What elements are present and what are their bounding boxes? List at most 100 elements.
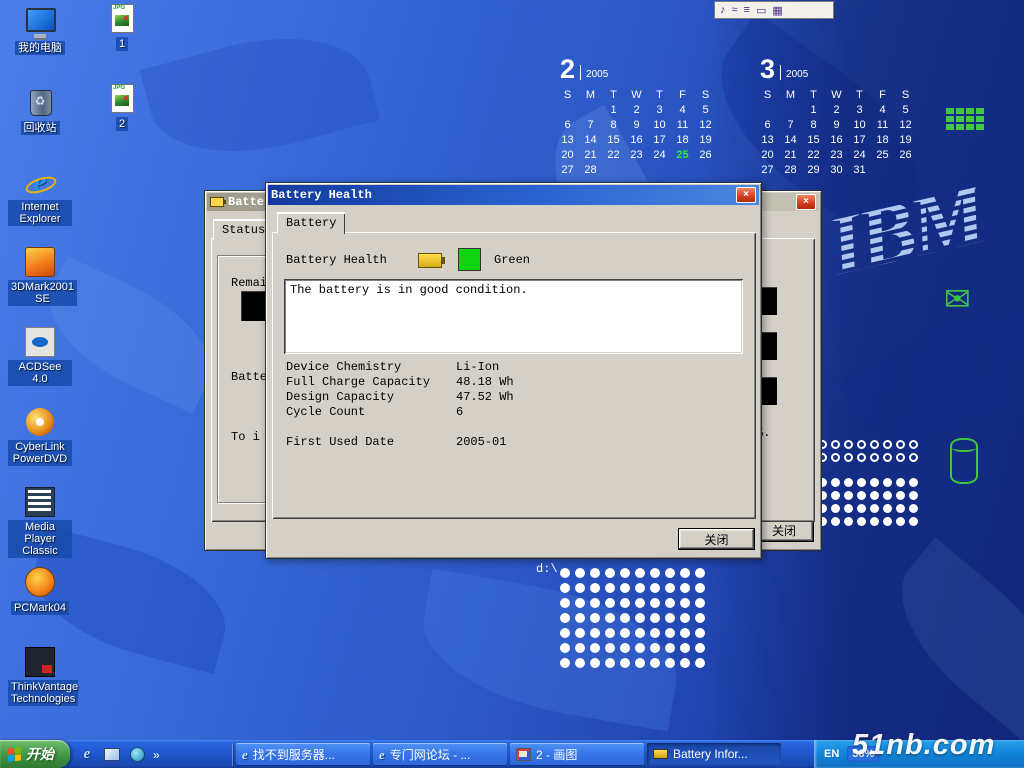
calendar-day: 19 xyxy=(694,134,717,146)
wallpaper-dot xyxy=(909,517,918,526)
task-buttons: 找不到服务器... 专门网论坛 - ... 2 - 画图 Battery Inf… xyxy=(233,743,814,765)
wallpaper-dot xyxy=(680,598,690,608)
desktop-icon-mark3d[interactable]: 3DMark2001 SE xyxy=(8,246,72,307)
display-icon[interactable]: ▭ xyxy=(756,4,766,17)
battery-tray-badge[interactable]: 58% xyxy=(847,746,879,762)
wallpaper-dot xyxy=(857,440,866,449)
jpg-file-icon[interactable]: 1 xyxy=(98,4,146,52)
wallpaper-dot xyxy=(857,453,866,462)
system-tray: EN 58% xyxy=(814,740,1024,768)
calendar-day: 19 xyxy=(894,134,917,146)
desktop-icon-label: CyberLink PowerDVD xyxy=(8,440,72,466)
desktop-icon-computer[interactable]: 我的电脑 xyxy=(8,6,72,56)
calendar-day: 24 xyxy=(848,149,871,161)
wallpaper-dot xyxy=(844,453,853,462)
calendar-day: 17 xyxy=(848,134,871,146)
titlebar[interactable]: Battery Health × xyxy=(268,185,759,205)
show-desktop-icon[interactable] xyxy=(103,746,121,764)
close-icon[interactable]: × xyxy=(796,194,816,210)
wallpaper-dot xyxy=(560,643,570,653)
calendar-header: 3 2005 xyxy=(760,56,924,82)
language-indicator[interactable]: EN xyxy=(824,748,839,760)
taskbar-task-ie[interactable]: 专门网论坛 - ... xyxy=(373,743,507,765)
desktop-icon-recycle[interactable]: 回收站 xyxy=(8,86,72,136)
desktop-icon-mpc[interactable]: Media Player Classic xyxy=(8,486,72,559)
desktop-icon-ie[interactable]: Internet Explorer xyxy=(8,166,72,227)
cylinder-icon xyxy=(950,438,978,484)
calendar-day: 1 xyxy=(802,104,825,116)
calendar-day: 7 xyxy=(779,119,802,131)
wallpaper-dot xyxy=(896,478,905,487)
calendar-day: 3 xyxy=(848,104,871,116)
wave-icon[interactable]: ≈ xyxy=(732,4,738,16)
wallpaper-dot xyxy=(605,613,615,623)
taskbar-task-ie[interactable]: 找不到服务器... xyxy=(236,743,370,765)
wallpaper-dot xyxy=(680,658,690,668)
floating-toolbar[interactable]: ♪ ≈ ≡ ▭ ▦ xyxy=(714,1,834,19)
field-value: 48.18 Wh xyxy=(456,375,514,390)
wallpaper-dot xyxy=(857,478,866,487)
calendar-day: 4 xyxy=(871,104,894,116)
desktop-icon-thinkvantage[interactable]: ThinkVantage Technologies xyxy=(8,646,72,707)
desktop-icon-pcmark[interactable]: PCMark04 xyxy=(8,566,72,616)
calendar-day: 10 xyxy=(848,119,871,131)
calendar-day-header: T xyxy=(802,89,825,101)
volume-icon[interactable]: ♪ xyxy=(720,4,726,16)
condition-textbox[interactable]: The battery is in good condition. xyxy=(284,279,743,354)
calendar-day: 8 xyxy=(802,119,825,131)
taskbar-task-paint[interactable]: 2 - 画图 xyxy=(510,743,644,765)
wallpaper-dot xyxy=(665,613,675,623)
wallpaper-dot xyxy=(909,491,918,500)
calendar-day-header: M xyxy=(579,89,602,101)
jpg-icon xyxy=(105,4,139,34)
start-button[interactable]: 开始 xyxy=(0,740,70,768)
acdsee-icon xyxy=(23,326,57,358)
calendar-day: 22 xyxy=(602,149,625,161)
close-window-button[interactable]: 关闭 xyxy=(754,519,814,542)
battery-specs: Device Chemistry Li-IonFull Charge Capac… xyxy=(286,360,736,450)
keypad-cell xyxy=(966,108,974,114)
ie-quicklaunch-icon[interactable] xyxy=(78,746,96,764)
keypad-cell xyxy=(976,108,984,114)
battery-icon xyxy=(418,253,442,268)
calendar-day: 26 xyxy=(894,149,917,161)
wallpaper-dot xyxy=(695,583,705,593)
field-value: 47.52 Wh xyxy=(456,390,514,405)
wallpaper-dot xyxy=(896,440,905,449)
keypad-cell xyxy=(966,124,974,130)
keyboard-icon[interactable]: ▦ xyxy=(772,4,782,17)
calendar-day: 24 xyxy=(648,149,671,161)
calendar-day-header: S xyxy=(894,89,917,101)
field-value: Li-Ion xyxy=(456,360,499,375)
close-icon[interactable]: × xyxy=(736,187,756,203)
wallpaper-dot xyxy=(590,598,600,608)
calendar-day: 25 xyxy=(871,149,894,161)
calendar-day-header: T xyxy=(648,89,671,101)
task-label: 专门网论坛 - ... xyxy=(390,746,471,763)
mpc-icon xyxy=(23,486,57,518)
calendar-day: 28 xyxy=(779,164,802,176)
calendar-day: 18 xyxy=(671,134,694,146)
desktop-icon-powerdvd[interactable]: CyberLink PowerDVD xyxy=(8,406,72,467)
wallpaper-dot xyxy=(695,628,705,638)
calendar-day-header: S xyxy=(756,89,779,101)
status-value: Green xyxy=(494,254,530,267)
jpg-file-icon[interactable]: 2 xyxy=(98,84,146,132)
wallpaper-dot xyxy=(575,583,585,593)
calendar-day xyxy=(556,104,579,116)
tab-battery[interactable]: Battery xyxy=(277,212,345,234)
wallpaper-dot xyxy=(831,440,840,449)
media-player-icon[interactable] xyxy=(128,746,146,764)
wallpaper-dot xyxy=(680,613,690,623)
wallpaper-dot xyxy=(620,658,630,668)
slider-icon[interactable]: ≡ xyxy=(744,4,750,16)
taskbar-task-battery[interactable]: Battery Infor... xyxy=(647,743,781,765)
calendar-day: 29 xyxy=(802,164,825,176)
wallpaper-dot xyxy=(560,613,570,623)
close-dialog-button[interactable]: 关闭 xyxy=(678,528,755,550)
desktop-icon-acdsee[interactable]: ACDSee 4.0 xyxy=(8,326,72,387)
wallpaper-dot xyxy=(605,628,615,638)
keypad-cell xyxy=(976,116,984,122)
task-label: 找不到服务器... xyxy=(253,746,335,763)
chevron-icon[interactable]: » xyxy=(153,748,160,762)
